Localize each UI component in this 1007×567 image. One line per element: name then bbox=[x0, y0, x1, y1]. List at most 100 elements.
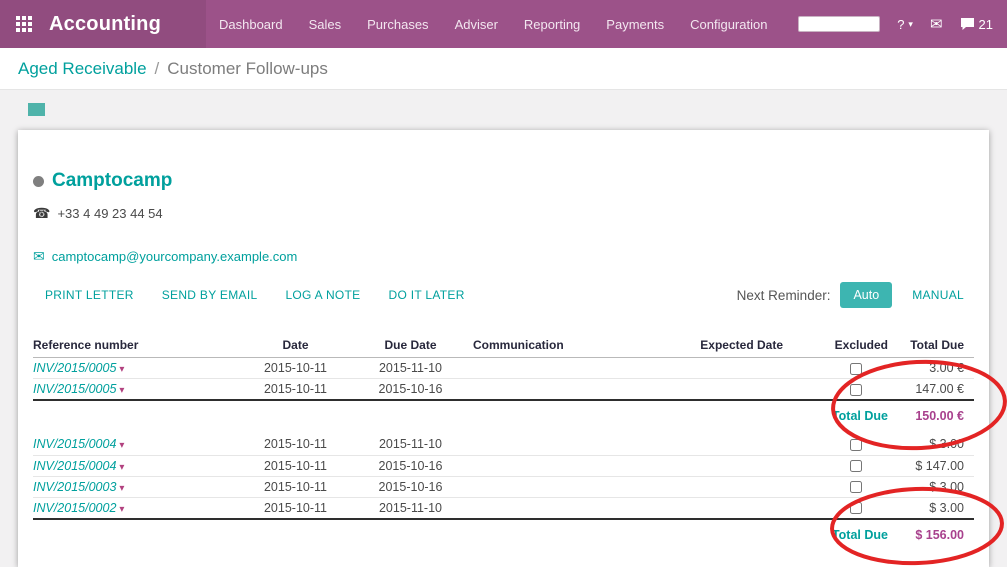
cell-date: 2015-10-11 bbox=[243, 379, 348, 401]
invoice-link[interactable]: INV/2015/0003 bbox=[33, 480, 116, 494]
search-input[interactable] bbox=[798, 16, 880, 32]
invoice-dropdown-icon[interactable]: ▾ bbox=[119, 504, 124, 515]
invoice-dropdown-icon[interactable]: ▾ bbox=[119, 364, 124, 375]
cell-communication bbox=[473, 434, 673, 455]
actions-row: PRINT LETTER SEND BY EMAIL LOG A NOTE DO… bbox=[33, 282, 974, 308]
menu-item-purchases[interactable]: Purchases bbox=[354, 0, 441, 48]
invoice-dropdown-icon[interactable]: ▾ bbox=[119, 462, 124, 473]
help-menu[interactable]: ?▾ bbox=[897, 17, 913, 32]
group-total-row: Total Due $ 156.00 bbox=[33, 519, 974, 545]
col-header-expected-date: Expected Date bbox=[673, 335, 793, 358]
customer-phone-line: ☎ +33 4 49 23 44 54 bbox=[33, 205, 974, 222]
cell-expected-date bbox=[673, 455, 793, 476]
customer-name[interactable]: Camptocamp bbox=[52, 170, 172, 192]
table-row: INV/2015/0005▾ 2015-10-11 2015-10-16 147… bbox=[33, 379, 974, 401]
table-row: INV/2015/0002▾ 2015-10-11 2015-11-10 $ 3… bbox=[33, 497, 974, 519]
menu-item-payments[interactable]: Payments bbox=[593, 0, 677, 48]
breadcrumb-separator: / bbox=[155, 59, 160, 79]
group-total-row: Total Due 150.00 € bbox=[33, 400, 974, 426]
cell-expected-date bbox=[673, 434, 793, 455]
next-reminder-group: Next Reminder: Auto MANUAL bbox=[737, 282, 974, 308]
cell-due-date: 2015-10-16 bbox=[348, 379, 473, 401]
customer-email-line: ✉ camptocamp@yourcompany.example.com bbox=[33, 248, 974, 265]
invoice-link[interactable]: INV/2015/0005 bbox=[33, 382, 116, 396]
table-row: INV/2015/0004▾ 2015-10-11 2015-11-10 $ 3… bbox=[33, 434, 974, 455]
total-due-value: $ 156.00 bbox=[888, 519, 974, 545]
chevron-down-icon: ▾ bbox=[908, 19, 913, 30]
cell-total-due: $ 3.00 bbox=[888, 434, 974, 455]
excluded-checkbox[interactable] bbox=[850, 502, 862, 514]
followup-table: Reference number Date Due Date Communica… bbox=[33, 335, 974, 545]
next-reminder-label: Next Reminder: bbox=[737, 288, 831, 303]
invoice-link[interactable]: INV/2015/0002 bbox=[33, 501, 116, 515]
cell-communication bbox=[473, 358, 673, 379]
chat-counter[interactable]: 21 bbox=[960, 17, 993, 32]
customer-phone: +33 4 49 23 44 54 bbox=[57, 206, 162, 221]
cell-due-date: 2015-10-16 bbox=[348, 455, 473, 476]
excluded-checkbox[interactable] bbox=[850, 481, 862, 493]
do-it-later-button[interactable]: DO IT LATER bbox=[374, 282, 478, 308]
auto-reminder-button[interactable]: Auto bbox=[840, 282, 892, 308]
invoice-link[interactable]: INV/2015/0004 bbox=[33, 437, 116, 451]
cell-communication bbox=[473, 455, 673, 476]
customer-email-link[interactable]: camptocamp@yourcompany.example.com bbox=[52, 249, 298, 264]
invoice-dropdown-icon[interactable]: ▾ bbox=[119, 483, 124, 494]
help-icon: ? bbox=[897, 17, 904, 32]
chat-bubble-icon bbox=[960, 17, 975, 31]
invoice-dropdown-icon[interactable]: ▾ bbox=[119, 385, 124, 396]
cell-due-date: 2015-11-10 bbox=[348, 497, 473, 519]
col-header-total-due: Total Due bbox=[888, 335, 974, 358]
cell-total-due: $ 3.00 bbox=[888, 476, 974, 497]
col-header-reference: Reference number bbox=[33, 335, 243, 358]
cell-total-due: $ 3.00 bbox=[888, 497, 974, 519]
excluded-checkbox[interactable] bbox=[850, 363, 862, 375]
cell-expected-date bbox=[673, 358, 793, 379]
cell-expected-date bbox=[673, 379, 793, 401]
apps-grid-icon[interactable] bbox=[16, 16, 33, 33]
table-row: INV/2015/0005▾ 2015-10-11 2015-11-10 3.0… bbox=[33, 358, 974, 379]
mail-icon: ✉ bbox=[33, 248, 45, 265]
send-by-email-button[interactable]: SEND BY EMAIL bbox=[148, 282, 272, 308]
invoice-dropdown-icon[interactable]: ▾ bbox=[119, 440, 124, 451]
menu-item-dashboard[interactable]: Dashboard bbox=[206, 0, 296, 48]
cell-communication bbox=[473, 379, 673, 401]
col-header-due-date: Due Date bbox=[348, 335, 473, 358]
table-header-row: Reference number Date Due Date Communica… bbox=[33, 335, 974, 358]
invoice-link[interactable]: INV/2015/0005 bbox=[33, 361, 116, 375]
breadcrumb-parent-link[interactable]: Aged Receivable bbox=[18, 59, 147, 79]
log-a-note-button[interactable]: LOG A NOTE bbox=[271, 282, 374, 308]
breadcrumb-current: Customer Follow-ups bbox=[167, 59, 328, 79]
cell-communication bbox=[473, 476, 673, 497]
menu-item-configuration[interactable]: Configuration bbox=[677, 0, 780, 48]
cell-expected-date bbox=[673, 476, 793, 497]
app-switcher-area: Accounting bbox=[0, 0, 206, 48]
cell-date: 2015-10-11 bbox=[243, 497, 348, 519]
col-header-communication: Communication bbox=[473, 335, 673, 358]
excluded-checkbox[interactable] bbox=[850, 460, 862, 472]
cell-communication bbox=[473, 497, 673, 519]
group-spacer bbox=[33, 426, 974, 434]
menu-item-adviser[interactable]: Adviser bbox=[442, 0, 511, 48]
excluded-checkbox[interactable] bbox=[850, 384, 862, 396]
customer-heading: Camptocamp bbox=[33, 170, 974, 192]
cell-date: 2015-10-11 bbox=[243, 455, 348, 476]
cell-total-due: 3.00 € bbox=[888, 358, 974, 379]
cell-due-date: 2015-11-10 bbox=[348, 434, 473, 455]
menu-item-sales[interactable]: Sales bbox=[296, 0, 355, 48]
cell-date: 2015-10-11 bbox=[243, 476, 348, 497]
table-row: INV/2015/0003▾ 2015-10-11 2015-10-16 $ 3… bbox=[33, 476, 974, 497]
invoice-link[interactable]: INV/2015/0004 bbox=[33, 459, 116, 473]
cell-date: 2015-10-11 bbox=[243, 358, 348, 379]
cell-due-date: 2015-11-10 bbox=[348, 358, 473, 379]
messages-icon[interactable]: ✉ bbox=[930, 15, 943, 33]
manual-reminder-button[interactable]: MANUAL bbox=[902, 282, 974, 308]
cell-total-due: 147.00 € bbox=[888, 379, 974, 401]
col-header-date: Date bbox=[243, 335, 348, 358]
menu-item-reporting[interactable]: Reporting bbox=[511, 0, 593, 48]
cell-total-due: $ 147.00 bbox=[888, 455, 974, 476]
app-title: Accounting bbox=[49, 13, 161, 36]
breadcrumb: Aged Receivable / Customer Follow-ups bbox=[0, 48, 1007, 90]
print-letter-button[interactable]: PRINT LETTER bbox=[33, 282, 148, 308]
excluded-checkbox[interactable] bbox=[850, 439, 862, 451]
cell-expected-date bbox=[673, 497, 793, 519]
